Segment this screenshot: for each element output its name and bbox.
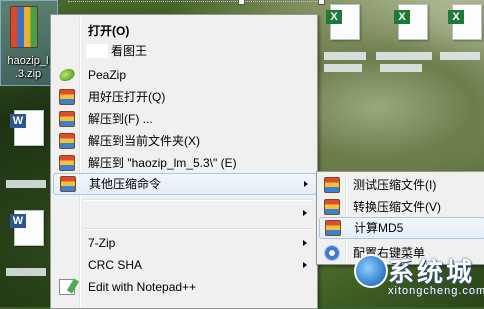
desktop-file-label-hidden <box>324 64 362 72</box>
selection-handle <box>238 0 245 5</box>
menu-item-crc-sha[interactable]: CRC SHA <box>53 254 315 276</box>
desktop-file-label-hidden <box>6 268 46 276</box>
menu-item-other-compress-commands[interactable]: 其他压缩命令 <box>53 173 317 195</box>
menu-item-label: Edit with Notepad++ <box>88 280 197 294</box>
redacted-text <box>86 44 108 58</box>
selection-rectangle-edge <box>68 1 318 2</box>
menu-item-peazip[interactable]: PeaZip <box>53 64 315 86</box>
menu-item-7zip[interactable]: 7-Zip <box>53 232 315 254</box>
desktop-excel-file-3[interactable]: X <box>448 4 482 40</box>
menu-separator <box>83 228 313 230</box>
menu-separator <box>83 199 313 201</box>
site-watermark: 系统城 xitongcheng.com <box>350 250 484 307</box>
peazip-icon <box>57 66 77 84</box>
haozip-icon <box>324 177 340 193</box>
submenu-arrow-icon <box>303 240 307 246</box>
word-icon: W <box>10 214 26 228</box>
excel-icon: X <box>448 10 464 24</box>
submenu-item-label: 转换压缩文件(V) <box>353 200 441 214</box>
watermark-url: xitongcheng.com <box>388 285 484 297</box>
menu-item-extract-here[interactable]: 解压到当前文件夹(X) <box>53 130 315 152</box>
submenu-arrow-icon <box>304 181 308 187</box>
watermark-text: 系统城 <box>388 257 476 287</box>
menu-item-label: 用好压打开(Q) <box>88 90 166 104</box>
haozip-icon <box>59 133 75 149</box>
context-menu: 打开(O) 看图王 PeaZip 用好压打开(Q) 解压到(F) ... 解压到… <box>50 14 318 309</box>
menu-item-label: 解压到(F) ... <box>88 112 153 126</box>
submenu-item-label: 测试压缩文件(I) <box>353 178 437 192</box>
desktop-file-label-hidden <box>380 64 422 72</box>
zip-archive-icon <box>10 6 38 48</box>
watermark-logo-icon <box>354 254 388 288</box>
submenu-arrow-icon <box>303 262 307 268</box>
menu-item-label: 解压到当前文件夹(X) <box>88 134 200 148</box>
selection-handle <box>318 0 325 5</box>
menu-item-open[interactable]: 打开(O) <box>53 20 315 42</box>
haozip-icon <box>325 220 341 236</box>
desktop-zip-file-label: haozip_l .3.zip <box>7 55 49 80</box>
submenu-item-label: 计算MD5 <box>354 221 404 235</box>
desktop-file-label-hidden <box>376 52 432 60</box>
haozip-icon <box>324 199 340 215</box>
submenu-item-convert-archive[interactable]: 转换压缩文件(V) <box>319 196 483 218</box>
word-icon: W <box>10 114 26 128</box>
menu-item-extract-to-folder[interactable]: 解压到 "haozip_lm_5.3\" (E) <box>53 152 315 174</box>
notepad-plus-plus-icon <box>59 279 75 295</box>
gear-icon <box>324 245 340 261</box>
menu-item-label: 看图王 <box>111 44 148 58</box>
haozip-icon <box>59 89 75 105</box>
submenu-item-calculate-md5[interactable]: 计算MD5 <box>319 217 484 239</box>
haozip-icon <box>60 176 76 192</box>
menu-item-label: 解压到 "haozip_lm_5.3\" (E) <box>88 156 237 170</box>
excel-icon: X <box>326 10 342 24</box>
haozip-icon <box>59 155 75 171</box>
menu-item-blank[interactable] <box>53 202 315 224</box>
menu-item-edit-with-notepad[interactable]: Edit with Notepad++ <box>53 276 315 298</box>
menu-item-label: 打开(O) <box>88 24 130 38</box>
excel-icon: X <box>394 10 410 24</box>
desktop-file-label-hidden <box>324 52 366 60</box>
submenu-item-test-archive[interactable]: 测试压缩文件(I) <box>319 174 483 196</box>
menu-item-label: 7-Zip <box>88 236 116 250</box>
desktop-file-label-hidden <box>440 52 480 60</box>
desktop-excel-file-2[interactable]: X <box>394 4 428 40</box>
desktop-word-file[interactable]: W <box>10 110 44 146</box>
menu-item-label: PeaZip <box>88 68 127 82</box>
menu-item-label: CRC SHA <box>88 258 143 272</box>
submenu-arrow-icon <box>303 210 307 216</box>
menu-item-image-viewer[interactable]: 看图王 <box>53 40 315 62</box>
menu-item-label: 其他压缩命令 <box>89 177 162 191</box>
menu-item-extract-to[interactable]: 解压到(F) ... <box>53 108 315 130</box>
desktop-zip-file[interactable]: haozip_l .3.zip <box>0 0 58 86</box>
desktop-file-label-hidden <box>6 180 46 188</box>
menu-item-open-with-haozip[interactable]: 用好压打开(Q) <box>53 86 315 108</box>
desktop-word-file-2[interactable]: W <box>10 210 44 246</box>
haozip-icon <box>59 111 75 127</box>
desktop-excel-file-1[interactable]: X <box>326 4 360 40</box>
